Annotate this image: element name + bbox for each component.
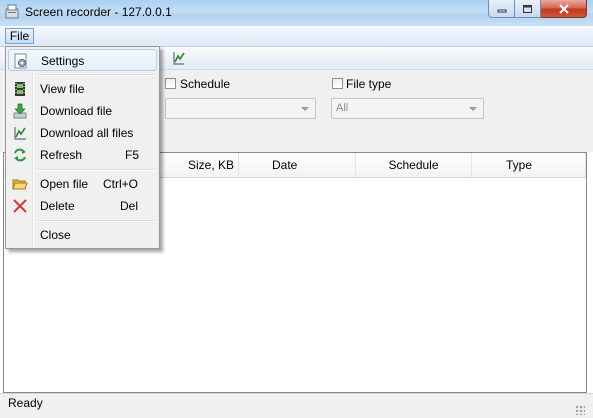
menu-item-settings[interactable]: Settings	[8, 49, 157, 71]
close-icon	[558, 3, 569, 14]
folder-icon	[12, 179, 28, 190]
filetype-label: File type	[346, 77, 392, 91]
settings-icon	[14, 53, 27, 69]
download-all-icon[interactable]	[172, 50, 186, 66]
title-bar: Screen recorder - 127.0.0.1	[0, 0, 593, 26]
delete-icon	[13, 199, 27, 213]
minimize-button[interactable]	[488, 0, 515, 18]
filetype-select-value: All	[336, 102, 349, 114]
menu-separator	[36, 220, 156, 222]
close-button[interactable]	[541, 0, 587, 18]
chevron-down-icon	[301, 107, 309, 111]
menu-item-shortcut: F5	[125, 148, 140, 162]
download-all-icon	[14, 127, 26, 140]
menu-separator	[36, 74, 156, 76]
download-icon	[13, 103, 27, 119]
window-title: Screen recorder - 127.0.0.1	[25, 5, 172, 19]
menu-item-label: Close	[40, 228, 71, 242]
refresh-icon	[14, 148, 26, 162]
menu-file[interactable]: File	[5, 28, 34, 44]
minimize-icon	[497, 9, 506, 12]
menu-item-shortcut: Ctrl+O	[103, 177, 139, 191]
filetype-checkbox[interactable]	[332, 78, 343, 89]
app-icon	[5, 4, 19, 19]
schedule-label: Schedule	[180, 77, 231, 91]
filetype-select[interactable]: All	[331, 98, 484, 119]
menu-item-label: Download all files	[40, 126, 134, 140]
menu-item-shortcut: Del	[120, 199, 139, 213]
menu-item-label: Download file	[40, 104, 113, 118]
menu-item-label: Refresh	[40, 148, 83, 162]
menu-item-label: Open file	[40, 177, 89, 191]
maximize-button[interactable]	[515, 0, 541, 18]
menu-item-close[interactable]: Close	[8, 224, 157, 246]
column-schedule[interactable]: Schedule	[356, 153, 472, 177]
menu-item-refresh[interactable]: Refresh F5	[8, 144, 157, 166]
status-bar: Ready	[0, 393, 593, 418]
menu-item-download-all-files[interactable]: Download all files	[8, 122, 157, 144]
resize-grip-icon[interactable]	[575, 405, 585, 415]
menu-item-delete[interactable]: Delete Del	[8, 195, 157, 217]
column-date[interactable]: Date	[239, 153, 356, 177]
menu-item-view-file[interactable]: View file	[8, 78, 157, 100]
menu-separator	[36, 169, 156, 171]
column-type[interactable]: Type	[472, 153, 586, 177]
film-icon	[15, 82, 25, 96]
menu-item-label: Delete	[40, 199, 75, 213]
menu-bar: File	[0, 26, 593, 47]
chevron-down-icon	[469, 107, 477, 111]
schedule-select[interactable]	[165, 98, 316, 119]
status-text: Ready	[8, 396, 43, 410]
file-menu-dropdown: Settings View file Download file Downloa…	[5, 46, 160, 249]
menu-item-open-file[interactable]: Open file Ctrl+O	[8, 173, 157, 195]
menu-item-label: Settings	[41, 54, 85, 68]
maximize-icon	[523, 4, 532, 13]
menu-item-download-file[interactable]: Download file	[8, 100, 157, 122]
menu-item-label: View file	[40, 82, 85, 96]
schedule-checkbox[interactable]	[165, 78, 176, 89]
